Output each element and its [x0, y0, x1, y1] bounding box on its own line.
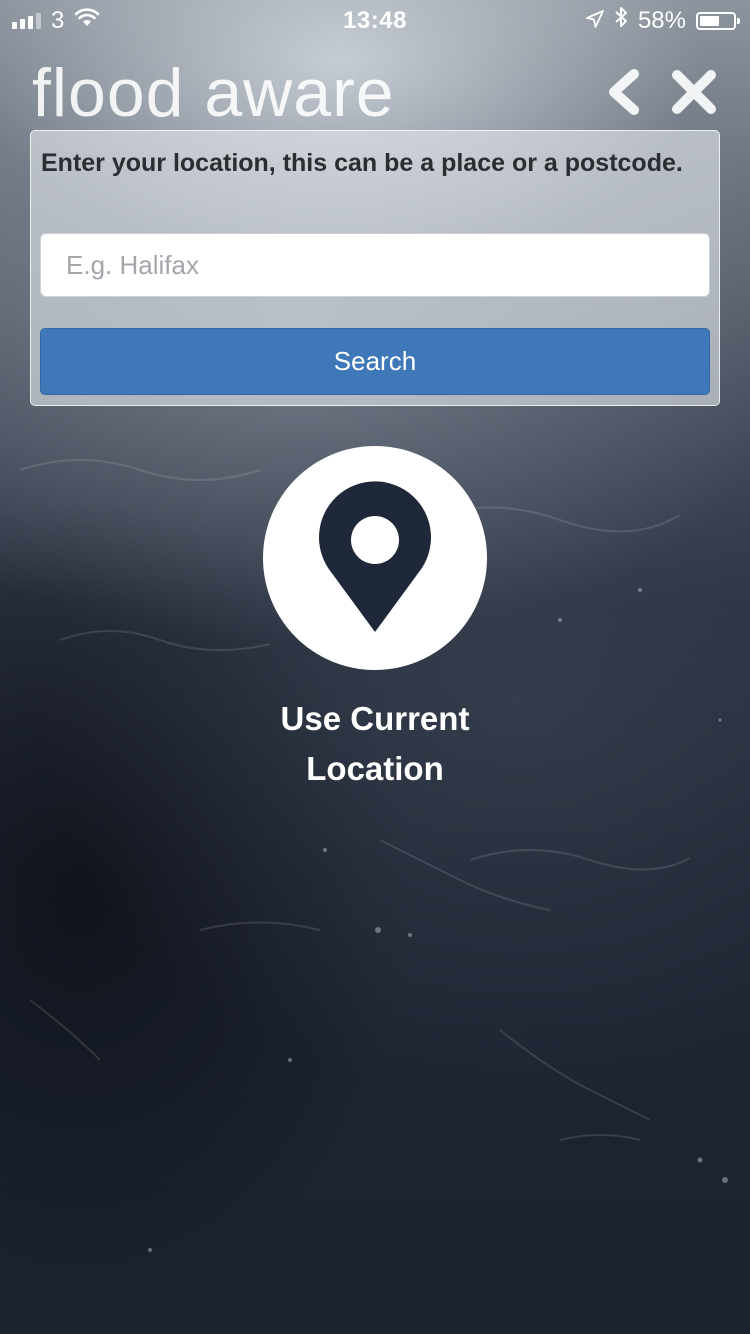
- search-button[interactable]: Search: [40, 328, 710, 395]
- search-panel: Enter your location, this can be a place…: [30, 130, 720, 406]
- back-button[interactable]: [594, 64, 654, 124]
- chevron-left-icon: [604, 68, 644, 121]
- location-search-input[interactable]: [40, 233, 710, 297]
- app-title: flood aware: [32, 55, 395, 131]
- close-button[interactable]: [664, 64, 724, 124]
- location-arrow-icon: [586, 7, 604, 35]
- use-current-location-label: Use Current Location: [280, 700, 470, 787]
- battery-percent: 58%: [637, 6, 686, 34]
- search-instructions: Enter your location, this can be a place…: [41, 149, 683, 177]
- location-circle: [263, 446, 487, 670]
- map-pin-icon: [319, 481, 431, 632]
- bluetooth-icon: [614, 6, 628, 35]
- status-right: 58%: [586, 6, 740, 35]
- close-icon: [671, 69, 717, 120]
- battery-icon: [696, 11, 740, 30]
- use-current-location-button[interactable]: Use Current Location: [225, 446, 525, 796]
- status-bar: 3 13:48 58%: [0, 0, 750, 40]
- battery-fill: [700, 15, 719, 26]
